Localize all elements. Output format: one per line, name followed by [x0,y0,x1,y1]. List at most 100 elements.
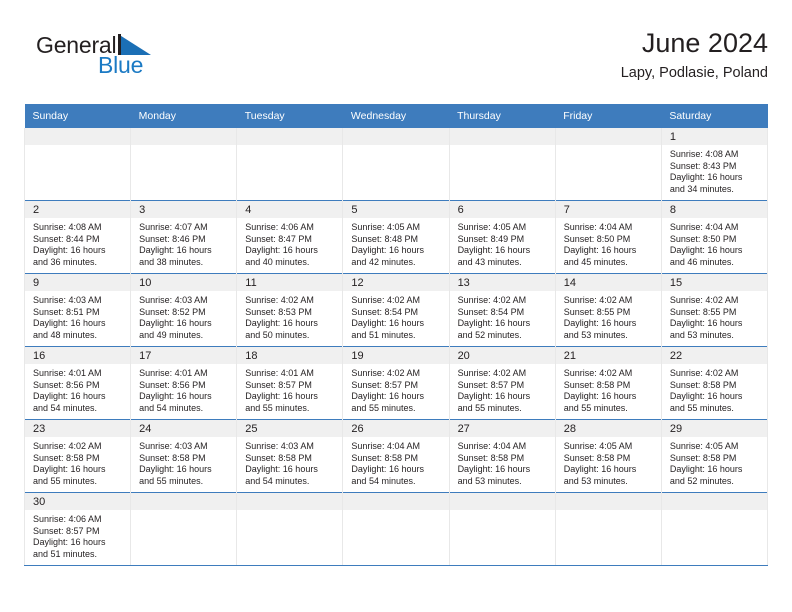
calendar-day-cell[interactable]: 3 Sunrise: 4:07 AM Sunset: 8:46 PM Daylight… [130,200,238,274]
day-detail-line: Sunrise: 4:01 AM [33,368,102,378]
day-number: 16 [25,347,131,364]
day-detail-line: Daylight: 16 hours [457,464,531,475]
day-details: Sunrise: 4:05 AM Sunset: 8:58 PM Daylight:… [556,437,661,487]
calendar-grid: Sunday Monday Tuesday Wednesday Thursday… [23,104,769,566]
calendar-week-row: 16 Sunrise: 4:01 AM Sunset: 8:56 PM Dayligh… [23,346,769,420]
calendar-day-cell[interactable]: 8 Sunrise: 4:04 AM Sunset: 8:50 PM Daylight… [660,200,769,274]
calendar-day-cell[interactable]: 12 Sunrise: 4:02 AM Sunset: 8:54 PM Dayligh… [342,273,450,347]
day-detail-line: Sunset: 8:57 PM [457,379,525,390]
day-detail-line: Sunset: 8:47 PM [245,233,312,244]
day-detail-line: and 55 minutes. [669,402,734,413]
day-detail-line: Daylight: 16 hours [245,245,318,256]
calendar-day-cell[interactable]: 28 Sunrise: 4:05 AM Sunset: 8:58 PM Dayligh… [554,419,662,493]
day-detail-line: Sunrise: 4:08 AM [669,149,739,159]
calendar-empty-cell [130,492,238,566]
logo-text-blue: Blue [98,52,144,78]
day-number: 7 [555,201,661,218]
weekday-header-wednesday: Wednesday [342,104,450,128]
calendar-day-cell[interactable]: 18 Sunrise: 4:01 AM Sunset: 8:57 PM Dayligh… [236,346,344,420]
day-number [343,493,449,510]
weekday-header-thursday: Thursday [449,104,556,128]
day-detail-line: Sunrise: 4:04 AM [563,222,633,232]
day-details: Sunrise: 4:01 AM Sunset: 8:56 PM Daylight:… [131,364,236,414]
day-detail-line: and 36 minutes. [33,256,98,267]
day-detail-line: and 55 minutes. [33,475,98,486]
day-details: Sunrise: 4:03 AM Sunset: 8:52 PM Daylight:… [131,291,236,341]
day-detail-line: Daylight: 16 hours [139,318,212,329]
day-details: Sunrise: 4:02 AM Sunset: 8:55 PM Daylight:… [662,291,767,341]
day-number: 2 [25,201,131,218]
calendar-day-cell[interactable]: 27 Sunrise: 4:04 AM Sunset: 8:58 PM Dayligh… [448,419,556,493]
calendar-empty-cell [236,128,344,201]
calendar-week-row: 2 Sunrise: 4:08 AM Sunset: 8:44 PM Daylight… [23,200,769,274]
day-detail-line: Sunset: 8:58 PM [139,452,206,463]
calendar-day-cell[interactable]: 7 Sunrise: 4:04 AM Sunset: 8:50 PM Daylight… [554,200,662,274]
day-details: Sunrise: 4:07 AM Sunset: 8:46 PM Daylight:… [131,218,236,268]
calendar-empty-cell [554,128,662,201]
day-number [131,493,237,510]
calendar-day-cell[interactable]: 6 Sunrise: 4:05 AM Sunset: 8:49 PM Daylight… [448,200,556,274]
day-number: 20 [449,347,555,364]
day-detail-line: and 51 minutes. [351,329,416,340]
calendar-day-cell[interactable]: 30 Sunrise: 4:06 AM Sunset: 8:57 PM Dayligh… [23,492,132,566]
day-number [449,493,555,510]
calendar-day-cell[interactable]: 10 Sunrise: 4:03 AM Sunset: 8:52 PM Dayligh… [130,273,238,347]
calendar-day-cell[interactable]: 29 Sunrise: 4:05 AM Sunset: 8:58 PM Dayligh… [660,419,769,493]
day-number: 12 [343,274,449,291]
calendar-day-cell[interactable]: 17 Sunrise: 4:01 AM Sunset: 8:56 PM Dayligh… [130,346,238,420]
day-details: Sunrise: 4:06 AM Sunset: 8:57 PM Daylight:… [25,510,130,560]
day-detail-line: Sunrise: 4:02 AM [351,295,420,305]
day-detail-line: Sunset: 8:46 PM [139,233,206,244]
calendar-day-cell[interactable]: 20 Sunrise: 4:02 AM Sunset: 8:57 PM Dayligh… [448,346,556,420]
day-details: Sunrise: 4:06 AM Sunset: 8:47 PM Daylight:… [237,218,342,268]
calendar-day-cell[interactable]: 13 Sunrise: 4:02 AM Sunset: 8:54 PM Dayligh… [448,273,556,347]
day-detail-line: Sunrise: 4:02 AM [33,441,102,451]
calendar-day-cell[interactable]: 4 Sunrise: 4:06 AM Sunset: 8:47 PM Daylight… [236,200,344,274]
day-detail-line: Sunrise: 4:03 AM [245,441,314,451]
day-detail-line: Sunset: 8:53 PM [245,306,312,317]
day-details: Sunrise: 4:02 AM Sunset: 8:53 PM Daylight:… [237,291,342,341]
day-detail-line: and 52 minutes. [457,329,522,340]
calendar-day-cell[interactable]: 14 Sunrise: 4:02 AM Sunset: 8:55 PM Dayligh… [554,273,662,347]
day-number: 22 [661,347,767,364]
calendar-day-cell[interactable]: 16 Sunrise: 4:01 AM Sunset: 8:56 PM Dayligh… [23,346,132,420]
calendar-day-cell[interactable]: 23 Sunrise: 4:02 AM Sunset: 8:58 PM Dayligh… [23,419,132,493]
day-number: 27 [449,420,555,437]
day-detail-line: and 51 minutes. [33,548,98,559]
weekday-header-monday: Monday [130,104,237,128]
day-detail-line: Daylight: 16 hours [139,245,212,256]
calendar-day-cell[interactable]: 9 Sunrise: 4:03 AM Sunset: 8:51 PM Daylight… [23,273,132,347]
calendar-day-cell[interactable]: 5 Sunrise: 4:05 AM Sunset: 8:48 PM Daylight… [342,200,450,274]
day-detail-line: Sunrise: 4:03 AM [139,295,208,305]
day-detail-line: Daylight: 16 hours [669,245,743,256]
day-detail-line: and 53 minutes. [563,475,628,486]
calendar-day-cell[interactable]: 15 Sunrise: 4:02 AM Sunset: 8:55 PM Dayligh… [660,273,769,347]
day-detail-line: Daylight: 16 hours [669,464,743,475]
day-detail-line: and 55 minutes. [563,402,628,413]
day-detail-line: Daylight: 16 hours [139,391,212,402]
calendar-day-cell[interactable]: 1 Sunrise: 4:08 AM Sunset: 8:43 PM Daylight… [660,128,769,201]
general-blue-logo[interactable]: General Blue [36,32,256,92]
day-detail-line: Sunset: 8:58 PM [457,452,525,463]
day-detail-line: and 45 minutes. [563,256,628,267]
day-details: Sunrise: 4:02 AM Sunset: 8:57 PM Daylight:… [450,364,555,414]
day-number: 14 [555,274,661,291]
calendar-day-cell[interactable]: 11 Sunrise: 4:02 AM Sunset: 8:53 PM Dayligh… [236,273,344,347]
calendar-day-cell[interactable]: 24 Sunrise: 4:03 AM Sunset: 8:58 PM Dayligh… [130,419,238,493]
calendar-day-cell[interactable]: 25 Sunrise: 4:03 AM Sunset: 8:58 PM Dayligh… [236,419,344,493]
day-detail-line: Sunset: 8:57 PM [245,379,312,390]
day-detail-line: Sunrise: 4:02 AM [351,368,420,378]
day-detail-line: Sunrise: 4:02 AM [669,295,739,305]
calendar-day-cell[interactable]: 22 Sunrise: 4:02 AM Sunset: 8:58 PM Dayligh… [660,346,769,420]
calendar-day-cell[interactable]: 2 Sunrise: 4:08 AM Sunset: 8:44 PM Daylight… [23,200,132,274]
day-details: Sunrise: 4:03 AM Sunset: 8:51 PM Daylight:… [25,291,130,341]
calendar-day-cell[interactable]: 19 Sunrise: 4:02 AM Sunset: 8:57 PM Dayligh… [342,346,450,420]
day-detail-line: Daylight: 16 hours [245,391,318,402]
calendar-day-cell[interactable]: 21 Sunrise: 4:02 AM Sunset: 8:58 PM Dayligh… [554,346,662,420]
calendar-day-cell[interactable]: 26 Sunrise: 4:04 AM Sunset: 8:58 PM Dayligh… [342,419,450,493]
day-detail-line: Sunset: 8:52 PM [139,306,206,317]
day-detail-line: Sunrise: 4:01 AM [245,368,314,378]
day-details: Sunrise: 4:05 AM Sunset: 8:48 PM Daylight:… [343,218,448,268]
day-detail-line: Sunset: 8:58 PM [563,452,631,463]
day-detail-line: Daylight: 16 hours [563,245,637,256]
